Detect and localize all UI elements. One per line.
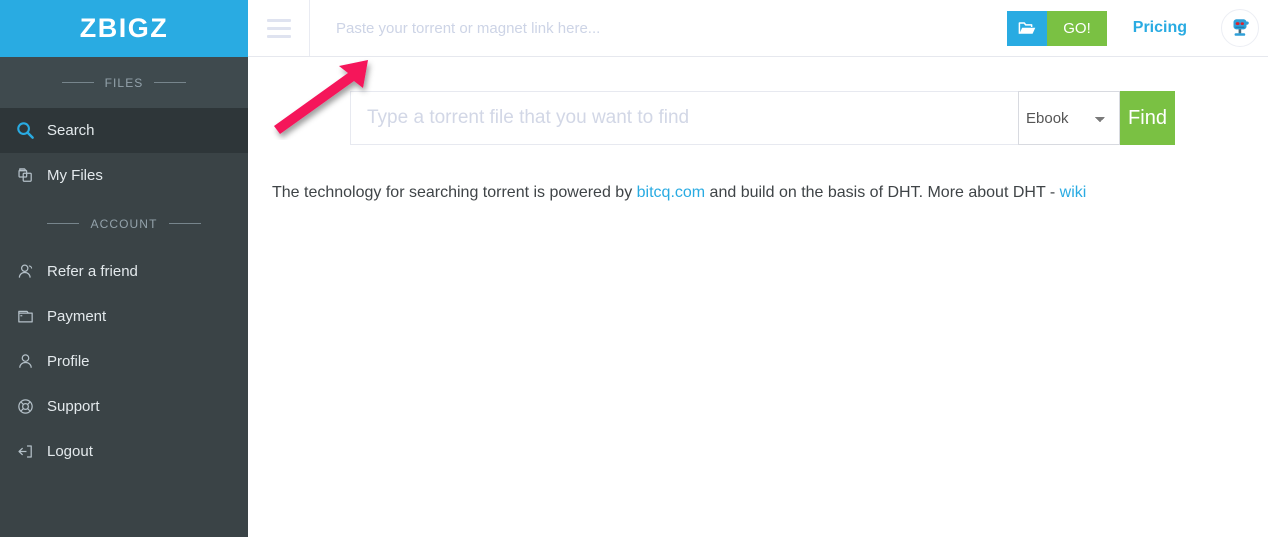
hamburger-bar (266, 26, 291, 30)
find-button[interactable]: Find (1120, 91, 1175, 145)
hamburger-bar (266, 18, 291, 22)
sidebar-item-label-profile: Profile (47, 353, 90, 370)
go-button[interactable]: GO! (1047, 10, 1107, 46)
bitcq-link[interactable]: bitcq.com (637, 184, 705, 201)
sidebar-section-label-account: ACCOUNT (90, 216, 158, 231)
top-header: GO! Pricing (248, 0, 1268, 57)
search-input[interactable] (350, 91, 1018, 145)
sidebar-item-logout[interactable]: Logout (0, 429, 248, 474)
content-type-select[interactable]: Ebook (1018, 91, 1120, 145)
sidebar-item-profile[interactable]: Profile (0, 339, 248, 384)
robot-avatar-icon (1233, 19, 1249, 36)
sidebar-item-label-refer-a-friend: Refer a friend (47, 263, 138, 280)
user-add-icon (14, 261, 36, 283)
sidebar: ZBIGZ FILES Search My Files ACCOUNT Refe… (0, 0, 248, 537)
section-rule-right (168, 223, 201, 224)
sidebar-item-label-support: Support (47, 398, 100, 415)
sidebar-section-files: FILES (0, 57, 248, 108)
sidebar-item-my-files[interactable]: My Files (0, 153, 248, 198)
sidebar-item-support[interactable]: Support (0, 384, 248, 429)
upload-go-group: GO! (1007, 10, 1107, 46)
sidebar-item-refer-a-friend[interactable]: Refer a friend (0, 249, 248, 294)
magnet-link-input[interactable] (336, 19, 1008, 37)
sidebar-item-label-payment: Payment (47, 308, 107, 325)
page-root: ZBIGZ FILES Search My Files ACCOUNT Refe… (0, 0, 1268, 537)
section-rule-left (47, 223, 80, 224)
hamburger-bar (266, 34, 291, 38)
wiki-link[interactable]: wiki (1060, 184, 1087, 201)
sidebar-item-label-logout: Logout (47, 443, 93, 460)
avatar[interactable] (1221, 9, 1259, 47)
sidebar-section-account: ACCOUNT (0, 198, 248, 249)
search-icon (14, 120, 36, 142)
folder-open-icon[interactable] (1007, 10, 1048, 46)
pricing-link[interactable]: Pricing (1133, 19, 1187, 37)
hamburger-icon[interactable] (248, 0, 310, 56)
magnet-link-field[interactable] (310, 0, 1008, 56)
brand-name: ZBIGZ (79, 13, 169, 43)
section-rule-right (154, 82, 187, 83)
wallet-icon (14, 306, 36, 328)
torrent-search-row: Ebook Find (350, 91, 1175, 145)
powered-by-text: The technology for searching torrent is … (272, 184, 1086, 202)
info-text-part2: and build on the basis of DHT. More abou… (705, 184, 1060, 201)
main-content: Ebook Find The technology for searching … (248, 58, 1268, 537)
sidebar-item-search[interactable]: Search (0, 108, 248, 153)
logout-icon (14, 441, 36, 463)
sidebar-item-label-my-files: My Files (47, 167, 103, 184)
section-rule-left (61, 82, 94, 83)
sidebar-section-label-files: FILES (104, 75, 144, 90)
sidebar-item-label-search: Search (47, 122, 95, 139)
user-icon (14, 351, 36, 373)
lifebuoy-icon (14, 396, 36, 418)
files-icon (14, 165, 36, 187)
info-text-part1: The technology for searching torrent is … (272, 184, 637, 201)
brand-logo[interactable]: ZBIGZ (0, 0, 248, 57)
sidebar-item-payment[interactable]: Payment (0, 294, 248, 339)
